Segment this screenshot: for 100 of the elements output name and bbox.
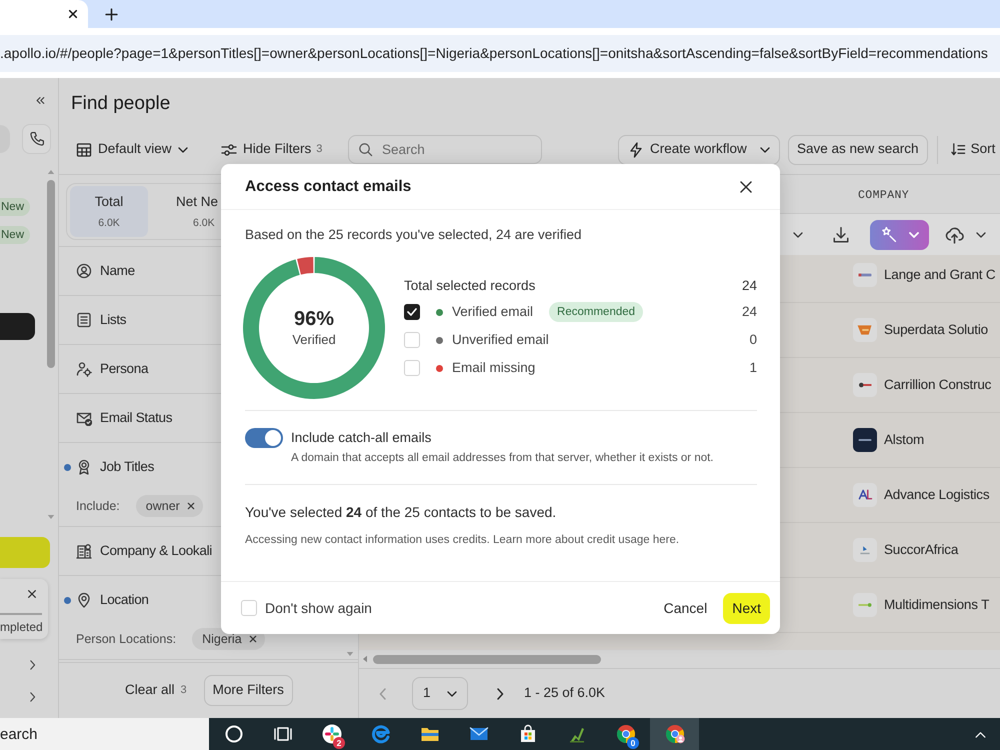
company-logo-icon (853, 538, 877, 562)
checkmark-icon (407, 308, 417, 316)
browser-icon[interactable] (664, 724, 684, 744)
checkbox[interactable] (404, 304, 420, 320)
user-circle-icon (76, 263, 92, 279)
caret-down-icon (447, 690, 457, 696)
count-tab[interactable]: Total 6.0K (70, 186, 148, 237)
filter-item[interactable]: Job Titles (59, 443, 154, 491)
company-name: Carrillion Construc (884, 376, 992, 394)
record-count: 24 (742, 302, 757, 321)
next-button[interactable]: Next (723, 592, 770, 624)
phone-button[interactable] (22, 124, 51, 154)
recommended-tag: Recommended (549, 302, 644, 322)
filter-item[interactable]: Name (59, 247, 135, 295)
filter-item[interactable]: Location (59, 576, 149, 624)
phone-icon (28, 131, 44, 147)
chevron-down-icon[interactable] (793, 232, 803, 238)
scrollbar-thumb[interactable] (373, 654, 601, 664)
notification-text: mpleted (0, 619, 44, 635)
upload-cloud-icon[interactable] (945, 225, 964, 244)
company-name: Advance Logistics (884, 486, 990, 504)
record-count: 0 (749, 330, 757, 349)
address-bar[interactable]: .apollo.io/#/people?page=1&personTitles[]=owner&personLocations[]=Nigeria&personLocations[]=onitsha&sortAscending=false&sortByField=recommendations (0, 35, 1000, 72)
taskbar-button[interactable] (650, 718, 699, 750)
clear-all-button[interactable]: Clear all 3 (125, 680, 187, 701)
circle-icon[interactable] (224, 724, 244, 744)
company-logo-icon (853, 428, 877, 452)
scrollbar-thumb[interactable] (47, 180, 55, 368)
wand-sparkle-icon (880, 226, 897, 243)
filter-item[interactable]: Persona (59, 345, 148, 393)
legend-label: Unverified email (452, 330, 549, 349)
count-tab[interactable]: Net Ne 6.0K (176, 186, 218, 237)
donut-label: Verified (292, 331, 336, 349)
sort-button[interactable]: Sort (950, 139, 996, 160)
page-title: Find people (70, 92, 172, 116)
chip-label: Person Locations: (76, 630, 176, 648)
chevron-right-icon[interactable] (496, 688, 504, 700)
action-button[interactable] (0, 313, 35, 340)
company-logo-icon (853, 593, 877, 617)
save-search-button[interactable]: Save as new search (788, 134, 928, 164)
table-icon (76, 142, 92, 158)
page-select[interactable]: 1 (412, 677, 468, 710)
dialog-title: Access contact emails (245, 176, 412, 196)
filter-item[interactable]: Company & Lookali (59, 527, 212, 575)
taskbar-search-field[interactable]: earch (0, 718, 209, 750)
company-logo-icon (853, 318, 877, 342)
filter-item[interactable]: Email Status (59, 394, 172, 442)
page-range: 1 - 25 of 6.0K (524, 684, 606, 702)
filter-item[interactable]: Lists (59, 296, 126, 344)
new-tab-icon[interactable] (105, 8, 118, 20)
legend-title: Total selected records (404, 276, 536, 295)
company-name: Multidimensions T (884, 596, 990, 614)
company-logo-icon (853, 373, 877, 397)
remove-icon[interactable] (248, 635, 257, 643)
cancel-button[interactable]: Cancel (664, 598, 708, 618)
hide-filters-button[interactable]: Hide Filters 3 (221, 139, 331, 160)
caret-down-icon (909, 232, 919, 238)
chevron-right-icon[interactable] (29, 692, 36, 702)
search-icon (358, 142, 373, 157)
award-icon (76, 459, 92, 475)
pinwheel-icon[interactable] (322, 724, 342, 744)
summary-text: You've selected 24 of the 25 contacts to be saved. (245, 503, 558, 522)
company-logo-icon (853, 263, 877, 287)
status-badge: New (0, 226, 30, 244)
toggle-switch[interactable] (245, 428, 283, 448)
magic-button[interactable] (870, 220, 929, 250)
company-name: Superdata Solutio (884, 320, 988, 339)
record-count: 1 (749, 358, 757, 377)
sliders-icon (221, 142, 237, 158)
caret-down-icon (760, 146, 770, 152)
download-icon[interactable] (832, 226, 850, 244)
chip-label: Include: (76, 498, 120, 515)
chevron-up-icon[interactable] (975, 730, 986, 738)
close-icon[interactable] (27, 589, 37, 599)
chevron-down-icon[interactable] (976, 232, 986, 238)
status-badge: New (0, 198, 30, 216)
swirl-icon[interactable] (370, 724, 390, 744)
credits-note: Accessing new contact information uses credits. Learn more about credit usage here. (245, 533, 680, 548)
envelope-check-icon (76, 410, 92, 426)
remove-icon[interactable] (186, 502, 195, 510)
company-name: Lange and Grant C (884, 266, 996, 284)
create-workflow-button[interactable]: Create workflow (618, 134, 780, 164)
lightning-icon (628, 142, 644, 158)
close-icon[interactable] (739, 180, 753, 194)
close-icon[interactable] (68, 9, 78, 19)
caret-down-icon (178, 146, 188, 152)
sort-icon (950, 142, 966, 157)
list-icon (76, 312, 92, 328)
notification-badge: 0 (627, 737, 639, 749)
view-button[interactable]: Default view (76, 139, 194, 160)
company-name: SuccorAfrica (884, 540, 958, 559)
location-pin-icon (76, 592, 92, 608)
more-filters-button[interactable]: More Filters (204, 675, 293, 706)
search-field[interactable]: Search (348, 135, 542, 164)
legend-label: Verified email (452, 302, 534, 321)
notification-badge: 2 (333, 737, 345, 749)
record-count: 24 (742, 276, 757, 295)
collapse-icon[interactable] (35, 96, 45, 105)
chevron-right-icon[interactable] (29, 660, 36, 670)
filter-chip[interactable]: owner (136, 495, 203, 517)
